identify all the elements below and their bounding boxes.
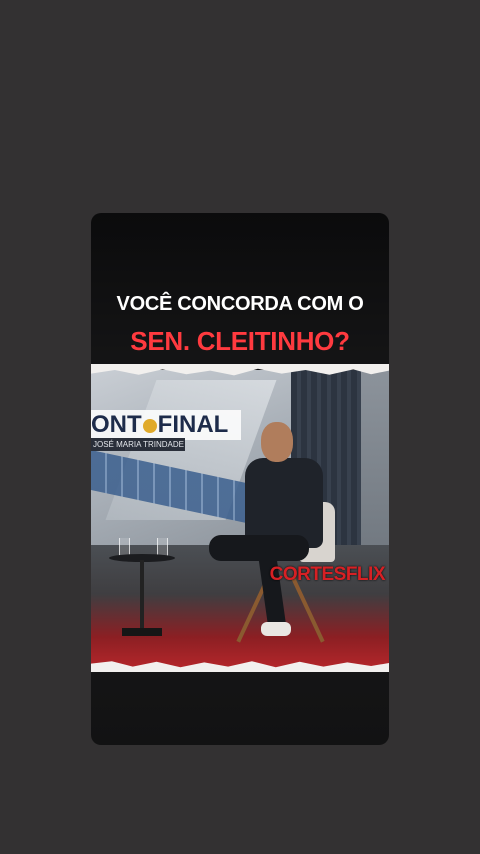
show-logo-left: ONT	[91, 411, 142, 438]
logo-dot-icon	[142, 418, 157, 433]
guest-shoe	[261, 622, 291, 636]
headline-line-2: SEN. CLEITINHO?	[130, 326, 350, 356]
watermark: CORTESFLIX	[269, 564, 386, 585]
presenter-name: JOSÉ MARIA TRINDADE	[91, 438, 185, 451]
video-frame[interactable]: ONT FINAL JOSÉ MARIA TRINDADE CORTESFLIX	[91, 370, 389, 668]
show-logo: ONT FINAL	[91, 410, 241, 440]
show-logo-right: FINAL	[157, 411, 229, 438]
story-card[interactable]: VOCÊ CONCORDA COM O SEN. CLEITINHO? ONT F…	[91, 213, 389, 745]
guest-head	[261, 422, 293, 462]
side-table-leg	[140, 560, 144, 630]
side-table-base	[122, 628, 162, 636]
headline-line-1: VOCÊ CONCORDA COM O	[116, 293, 364, 315]
